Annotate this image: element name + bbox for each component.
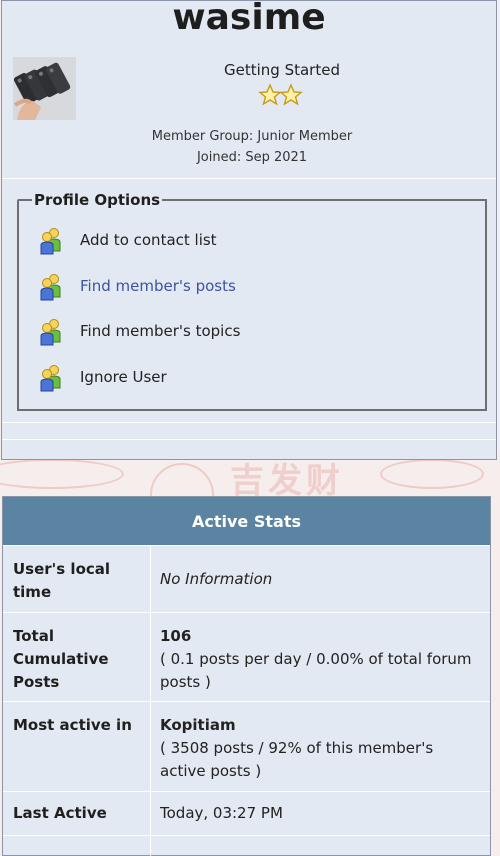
- star-icon: [258, 83, 282, 106]
- option-label: Find member's topics: [80, 322, 241, 340]
- contacts-people-icon: [39, 273, 63, 301]
- stat-value: Kopitiam ( 3508 posts / 92% of this memb…: [160, 714, 480, 783]
- find-members-posts-option[interactable]: Find member's posts: [39, 273, 459, 303]
- stat-value-detail: ( 3508 posts / 92% of this member's acti…: [160, 739, 434, 780]
- find-members-topics-option[interactable]: Find member's topics: [39, 318, 459, 348]
- column-separator: [150, 792, 151, 835]
- profile-options-legend: Profile Options: [32, 191, 163, 209]
- divider: [2, 439, 496, 440]
- column-separator: [150, 613, 151, 701]
- username: wasime: [172, 0, 326, 38]
- table-row: [3, 836, 490, 856]
- rank-stars: [257, 83, 307, 107]
- add-to-contact-list-option[interactable]: Add to contact list: [39, 227, 459, 257]
- stat-label: Total Cumulative Posts: [13, 627, 109, 691]
- table-row: User's local time No Information: [3, 546, 490, 613]
- most-active-forum-link[interactable]: Kopitiam: [160, 714, 480, 737]
- option-label: Ignore User: [80, 368, 167, 386]
- stat-value: No Information: [160, 570, 273, 588]
- option-label-link[interactable]: Find member's posts: [80, 277, 236, 295]
- table-row: Last Active Today, 03:27 PM: [3, 792, 490, 836]
- column-separator: [150, 546, 151, 612]
- stat-value-detail: ( 0.1 posts per day / 0.00% of total for…: [160, 650, 472, 691]
- active-stats-table: Active Stats User's local time No Inform…: [2, 496, 491, 856]
- star-icon: [279, 83, 303, 106]
- divider: [2, 178, 496, 179]
- ignore-user-option[interactable]: Ignore User: [39, 364, 459, 394]
- column-separator: [150, 702, 151, 791]
- stat-value-strong: 106: [160, 627, 192, 645]
- stat-value: 106 ( 0.1 posts per day / 0.00% of total…: [160, 625, 480, 694]
- joined-date: Joined: Sep 2021: [196, 150, 308, 165]
- profile-card: wasime Getting Started Member Group: Jun…: [1, 0, 497, 460]
- option-label: Add to contact list: [80, 231, 217, 249]
- stat-value: Today, 03:27 PM: [160, 804, 283, 822]
- contacts-people-icon: [39, 318, 63, 346]
- stat-label: User's local time: [13, 560, 111, 601]
- active-stats-header: Active Stats: [3, 497, 490, 546]
- stat-label: Last Active: [13, 804, 107, 822]
- divider: [2, 422, 496, 423]
- contacts-people-icon: [39, 227, 63, 255]
- member-group: Member Group: Junior Member: [151, 129, 353, 144]
- avatar[interactable]: [13, 57, 76, 120]
- rank-title: Getting Started: [224, 61, 340, 79]
- table-row: Most active in Kopitiam ( 3508 posts / 9…: [3, 702, 490, 792]
- stat-label: Most active in: [13, 716, 132, 734]
- contacts-people-icon: [39, 364, 63, 392]
- table-row: Total Cumulative Posts 106 ( 0.1 posts p…: [3, 613, 490, 702]
- profile-options: Profile Options Add to contact list Find…: [17, 191, 487, 411]
- column-separator: [150, 836, 151, 856]
